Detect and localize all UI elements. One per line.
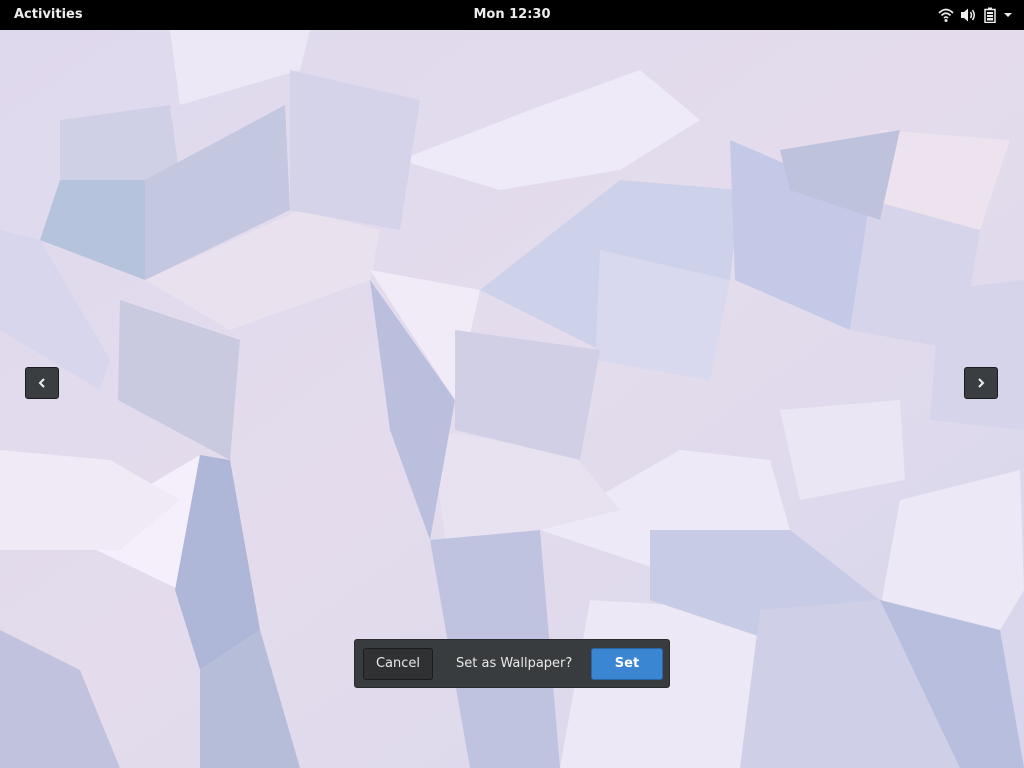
next-button[interactable]	[964, 367, 998, 399]
set-wallpaper-prompt: Set as Wallpaper?	[456, 656, 573, 671]
system-tray[interactable]	[938, 5, 1014, 25]
top-bar: Activities Mon 12:30	[0, 0, 1024, 30]
previous-button[interactable]	[25, 367, 59, 399]
set-button[interactable]: Set	[591, 648, 663, 680]
dropdown-arrow-icon[interactable]	[1002, 7, 1014, 23]
chevron-right-icon	[978, 378, 985, 388]
wifi-icon[interactable]	[938, 7, 954, 23]
battery-icon[interactable]	[984, 7, 996, 23]
cancel-button[interactable]: Cancel	[363, 648, 433, 680]
clock-container: Mon 12:30	[0, 7, 1024, 22]
volume-icon[interactable]	[960, 7, 978, 23]
set-wallpaper-dialog: Cancel Set as Wallpaper? Set	[354, 639, 670, 688]
clock[interactable]: Mon 12:30	[473, 7, 550, 22]
activities-button[interactable]: Activities	[14, 7, 83, 22]
chevron-left-icon	[38, 378, 45, 388]
